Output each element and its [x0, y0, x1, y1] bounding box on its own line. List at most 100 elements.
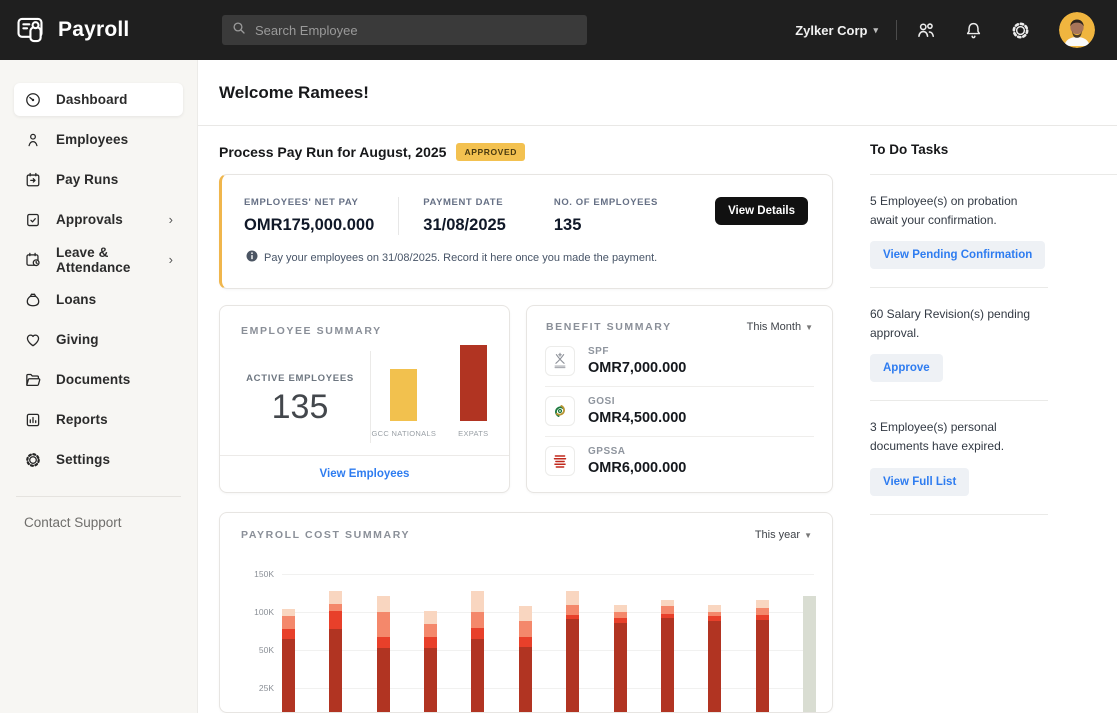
search-input[interactable]: [255, 23, 578, 38]
payroll-cost-chart: 150K100K50K25K: [220, 565, 832, 712]
bell-icon[interactable]: [963, 20, 984, 41]
stat-label: EMPLOYEES' NET PAY: [244, 197, 374, 208]
cost-bar-segment: [329, 611, 342, 628]
sidebar-item-approvals[interactable]: Approvals›: [14, 203, 183, 236]
sidebar-item-dashboard[interactable]: Dashboard: [14, 83, 183, 116]
benefit-summary-card: BENEFIT SUMMARY This Month▼ SPFOMR7,000.…: [526, 305, 833, 493]
app-logo[interactable]: Payroll: [0, 13, 222, 47]
payrun-section-title: Process Pay Run for August, 2025: [219, 144, 446, 160]
y-axis-tick: 50K: [232, 645, 274, 655]
cost-bar-segment: [566, 605, 579, 615]
sidebar-item-documents[interactable]: Documents: [14, 363, 183, 396]
sidebar-item-loans[interactable]: Loans: [14, 283, 183, 316]
sidebar-divider: [16, 496, 181, 497]
sidebar-item-label: Reports: [56, 412, 108, 427]
y-axis-tick: 150K: [232, 569, 274, 579]
todo-task: 5 Employee(s) on probation await your co…: [870, 175, 1048, 288]
sidebar-item-leave-attendance[interactable]: Leave & Attendance›: [14, 243, 183, 276]
benefit-amount: OMR4,500.000: [588, 410, 686, 426]
org-switcher[interactable]: Zylker Corp ▾: [795, 23, 878, 38]
todo-task-text: 5 Employee(s) on probation await your co…: [870, 192, 1048, 229]
payroll-cost-period-dropdown[interactable]: This year▼: [755, 529, 812, 541]
todo-action-button[interactable]: Approve: [870, 354, 943, 382]
employee-search[interactable]: [222, 15, 587, 45]
cost-bar-segment: [471, 628, 484, 639]
status-badge: APPROVED: [456, 143, 525, 161]
settings-icon: [24, 451, 42, 469]
cost-bar-segment: [661, 606, 674, 614]
employee-summary-title: EMPLOYEE SUMMARY: [241, 325, 382, 337]
todo-action-button[interactable]: View Full List: [870, 468, 969, 496]
benefit-row-spf: SPFOMR7,000.000: [545, 337, 814, 386]
todo-task-text: 60 Salary Revision(s) pending approval.: [870, 305, 1048, 342]
stat-value: 135: [554, 216, 658, 235]
todo-title: To Do Tasks: [870, 142, 1117, 157]
cost-bar-segment: [708, 621, 721, 712]
cost-bar-segment: [471, 612, 484, 628]
active-employees-value: 135: [272, 388, 329, 427]
gear-icon[interactable]: [1010, 20, 1031, 41]
main-area: Welcome Ramees! Process Pay Run for Augu…: [198, 60, 1117, 713]
y-axis-tick: 25K: [232, 683, 274, 693]
cost-bar-segment: [471, 639, 484, 712]
sidebar-item-label: Loans: [56, 292, 96, 307]
sidebar-item-reports[interactable]: Reports: [14, 403, 183, 436]
cost-bar-segment: [329, 629, 342, 712]
cost-bar-segment: [377, 596, 390, 612]
sidebar: Dashboard Employees Pay Runs Approvals› Leav…: [0, 60, 198, 713]
todo-action-button[interactable]: View Pending Confirmation: [870, 241, 1045, 269]
employees-icon: [24, 131, 42, 149]
users-icon[interactable]: [915, 19, 937, 41]
bar: [460, 345, 487, 421]
stat-value: OMR175,000.000: [244, 216, 374, 235]
employee-summary-chart: GCC NATIONALSEXPATS: [371, 345, 489, 455]
employee-summary-card: EMPLOYEE SUMMARY ACTIVE EMPLOYEES 135 GC…: [219, 305, 510, 493]
cost-bar-segment: [282, 616, 295, 629]
view-details-button[interactable]: View Details: [715, 197, 808, 225]
cost-bar-segment: [756, 608, 769, 615]
sidebar-item-employees[interactable]: Employees: [14, 123, 183, 156]
gridline: [282, 688, 814, 689]
gosi-logo: [545, 396, 575, 426]
leave-attendance-icon: [24, 251, 42, 269]
sidebar-item-settings[interactable]: Settings: [14, 443, 183, 476]
payrun-stat: PAYMENT DATE31/08/2025: [398, 197, 506, 235]
cost-bar-segment: [566, 619, 579, 712]
cost-bar-segment: [566, 591, 579, 605]
app-title: Payroll: [58, 18, 129, 42]
sidebar-item-label: Leave & Attendance: [56, 245, 169, 275]
cost-bar-segment: [756, 600, 769, 608]
page-title: Welcome Ramees!: [219, 83, 369, 103]
todo-task: 3 Employee(s) personal documents have ex…: [870, 401, 1048, 514]
documents-icon: [24, 371, 42, 389]
benefit-name: GPSSA: [588, 446, 686, 457]
sidebar-item-pay-runs[interactable]: Pay Runs: [14, 163, 183, 196]
view-employees-link[interactable]: View Employees: [320, 468, 410, 480]
dashboard-icon: [24, 91, 42, 109]
cost-bar-segment: [519, 621, 532, 637]
cost-bar-segment: [282, 629, 295, 640]
approvals-icon: [24, 211, 42, 229]
cost-bar-segment: [282, 639, 295, 712]
active-employees-label: ACTIVE EMPLOYEES: [246, 373, 354, 384]
cost-bar-highlight: [803, 596, 816, 712]
payroll-cost-card: PAYROLL COST SUMMARY This year▼ 150K100K…: [219, 512, 833, 713]
topbar-divider: [896, 20, 897, 40]
cost-bar-segment: [708, 605, 721, 612]
benefit-row-gpssa: GPSSAOMR6,000.000: [545, 436, 814, 486]
sidebar-item-label: Employees: [56, 132, 128, 147]
chevron-down-icon: ▼: [804, 531, 812, 540]
user-avatar[interactable]: [1059, 12, 1095, 48]
gridline: [282, 574, 814, 575]
cost-bar-segment: [377, 637, 390, 648]
cost-bar-segment: [377, 648, 390, 712]
benefit-name: GOSI: [588, 396, 686, 407]
chevron-down-icon: ▼: [805, 323, 813, 332]
stat-label: PAYMENT DATE: [423, 197, 506, 208]
cost-bar-segment: [424, 637, 437, 648]
contact-support-link[interactable]: Contact Support: [14, 515, 183, 530]
cost-bar-segment: [519, 647, 532, 712]
payroll-logo-icon: [14, 13, 48, 47]
sidebar-item-giving[interactable]: Giving: [14, 323, 183, 356]
benefit-period-dropdown[interactable]: This Month▼: [747, 321, 813, 333]
